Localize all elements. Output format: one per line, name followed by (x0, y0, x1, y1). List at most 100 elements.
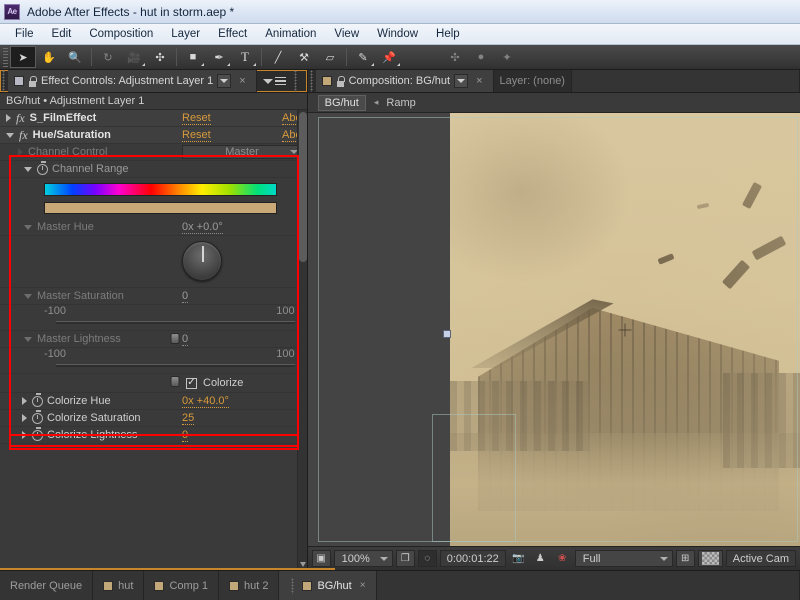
bottom-tab-hut-2[interactable]: hut 2 (219, 571, 280, 600)
tab-composition[interactable]: Composition: BG/hut × (315, 70, 494, 92)
property-row-channel-control[interactable]: Channel Control Master (0, 144, 307, 161)
collapse-triangle-icon[interactable] (24, 336, 32, 342)
scroll-down-icon[interactable] (299, 562, 306, 567)
master-saturation-value[interactable]: 0 (182, 290, 189, 303)
menu-edit[interactable]: Edit (43, 26, 81, 42)
close-icon[interactable]: × (360, 580, 366, 591)
master-hue-value[interactable]: 0x +0.0° (182, 221, 223, 234)
colorize-hue-value[interactable]: 0x +40.0° (182, 395, 229, 408)
zoom-level-select[interactable]: 100% (333, 550, 393, 567)
scrollbar-thumb[interactable] (298, 112, 307, 262)
slider-track[interactable] (56, 321, 295, 344)
show-snapshot-button[interactable]: ♟ (531, 550, 550, 567)
collapse-triangle-icon[interactable] (24, 166, 32, 172)
always-preview-button[interactable]: ▣ (311, 550, 331, 567)
channel-control-dropdown[interactable]: Master (182, 145, 302, 159)
brush-tool[interactable]: ╱ (265, 46, 291, 68)
master-hue-dial[interactable] (182, 241, 222, 281)
master-lightness-value[interactable]: 0 (182, 333, 189, 346)
bottom-tab-render-queue[interactable]: Render Queue (0, 571, 94, 600)
master-saturation-slider[interactable]: -100 100 (0, 305, 307, 344)
colorize-saturation-value[interactable]: 25 (182, 412, 195, 425)
current-timecode[interactable]: 0:00:01:22 (439, 550, 506, 567)
menu-help[interactable]: Help (427, 26, 469, 42)
reset-link[interactable]: Reset (182, 129, 211, 142)
menu-effect[interactable]: Effect (209, 26, 256, 42)
take-snapshot-button[interactable]: 📷 (509, 550, 528, 567)
expand-triangle-icon[interactable] (18, 148, 23, 156)
master-lightness-slider[interactable]: -100 100 (0, 348, 307, 387)
mask-icon[interactable]: ✦ (494, 46, 520, 68)
property-row-colorize-saturation[interactable]: Colorize Saturation 25 (0, 410, 307, 427)
toolbar-grip[interactable] (1, 46, 10, 68)
effect-row-s-filmeffect[interactable]: fx S_FilmEffect Reset Abou (0, 110, 307, 127)
hue-spectrum-bar[interactable] (44, 183, 277, 196)
expand-triangle-icon[interactable] (6, 114, 11, 122)
stopwatch-icon[interactable] (37, 161, 48, 175)
property-row-colorize-hue[interactable]: Colorize Hue 0x +40.0° (0, 393, 307, 410)
resolution-select[interactable]: Full (574, 550, 673, 567)
show-channel-button[interactable]: ❀ (553, 550, 572, 567)
close-icon[interactable]: × (472, 75, 486, 87)
selection-handle[interactable] (442, 329, 451, 338)
stopwatch-icon[interactable] (32, 410, 43, 424)
hand-tool[interactable]: ✋ (36, 46, 62, 68)
colorize-lightness-value[interactable]: 0 (182, 429, 189, 442)
rotation-tool[interactable]: ↻ (95, 46, 121, 68)
panel-end-grip[interactable] (291, 70, 300, 92)
property-row-master-hue[interactable]: Master Hue 0x +0.0° (0, 219, 307, 236)
menu-window[interactable]: Window (368, 26, 427, 42)
colorize-checkbox[interactable]: ✓ (186, 377, 197, 389)
collapse-triangle-icon[interactable] (24, 224, 32, 230)
menu-animation[interactable]: Animation (256, 26, 325, 42)
grid-dot-icon[interactable]: ● (468, 46, 494, 68)
property-row-channel-range[interactable]: Channel Range (0, 161, 307, 178)
property-row-colorize[interactable]: ✓ Colorize (0, 374, 307, 393)
expand-triangle-icon[interactable] (22, 414, 27, 422)
mask-visibility-button[interactable]: ◌ (417, 550, 437, 567)
tab-effect-controls[interactable]: Effect Controls: Adjustment Layer 1 × (8, 70, 257, 92)
breadcrumb-comp-chip[interactable]: BG/hut (317, 94, 366, 111)
collapse-triangle-icon[interactable] (24, 293, 32, 299)
effect-controls-scrollbar[interactable] (296, 110, 307, 570)
lock-icon[interactable] (28, 75, 37, 87)
active-camera-select[interactable]: Active Cam (725, 550, 796, 567)
camera-tool[interactable]: 🎥 (121, 46, 147, 68)
stopwatch-icon[interactable] (32, 393, 43, 407)
tab-menu-caret-button[interactable] (217, 74, 232, 88)
property-row-colorize-lightness[interactable]: Colorize Lightness 0 (0, 427, 307, 444)
tab-menu-caret-button[interactable] (454, 74, 469, 88)
panel-drag-grip[interactable] (289, 577, 298, 594)
bottom-tab-comp-1[interactable]: Comp 1 (144, 571, 219, 600)
zoom-tool[interactable]: 🔍 (62, 46, 88, 68)
expand-triangle-icon[interactable] (22, 431, 27, 439)
expand-triangle-icon[interactable] (22, 397, 27, 405)
menu-layer[interactable]: Layer (162, 26, 209, 42)
breadcrumb-layer-name[interactable]: Ramp (386, 97, 415, 109)
bottom-tab-bg-hut[interactable]: BG/hut × (279, 571, 377, 600)
lock-icon[interactable] (336, 75, 345, 87)
menu-composition[interactable]: Composition (80, 26, 162, 42)
panel-menu-button[interactable] (257, 70, 292, 92)
clone-stamp-tool[interactable]: ⚒ (291, 46, 317, 68)
property-row-master-saturation[interactable]: Master Saturation 0 (0, 288, 307, 305)
tab-layer[interactable]: Layer: (none) (493, 70, 572, 92)
close-icon[interactable]: × (235, 75, 249, 87)
composition-viewer[interactable] (307, 113, 800, 546)
region-of-interest-button[interactable]: ❐ (395, 550, 415, 567)
eraser-tool[interactable]: ▱ (317, 46, 343, 68)
pan-behind-tool[interactable]: ✣ (147, 46, 173, 68)
effect-row-hue-saturation[interactable]: fx Hue/Saturation Reset Abou (0, 127, 307, 144)
selection-tool[interactable]: ➤ (10, 46, 36, 68)
slider-track[interactable] (56, 364, 295, 387)
snapping-icon[interactable]: ✣ (442, 46, 468, 68)
result-color-bar[interactable] (44, 202, 277, 214)
roto-brush-tool[interactable]: ✎ (350, 46, 376, 68)
puppet-pin-tool[interactable]: 📌 (376, 46, 402, 68)
transparency-grid-button[interactable] (697, 550, 723, 567)
menu-view[interactable]: View (325, 26, 368, 42)
panel-drag-grip[interactable] (307, 70, 316, 92)
panel-drag-grip[interactable] (0, 70, 8, 92)
region-preview-button[interactable]: ⊞ (675, 550, 695, 567)
type-tool[interactable]: T (232, 46, 258, 68)
